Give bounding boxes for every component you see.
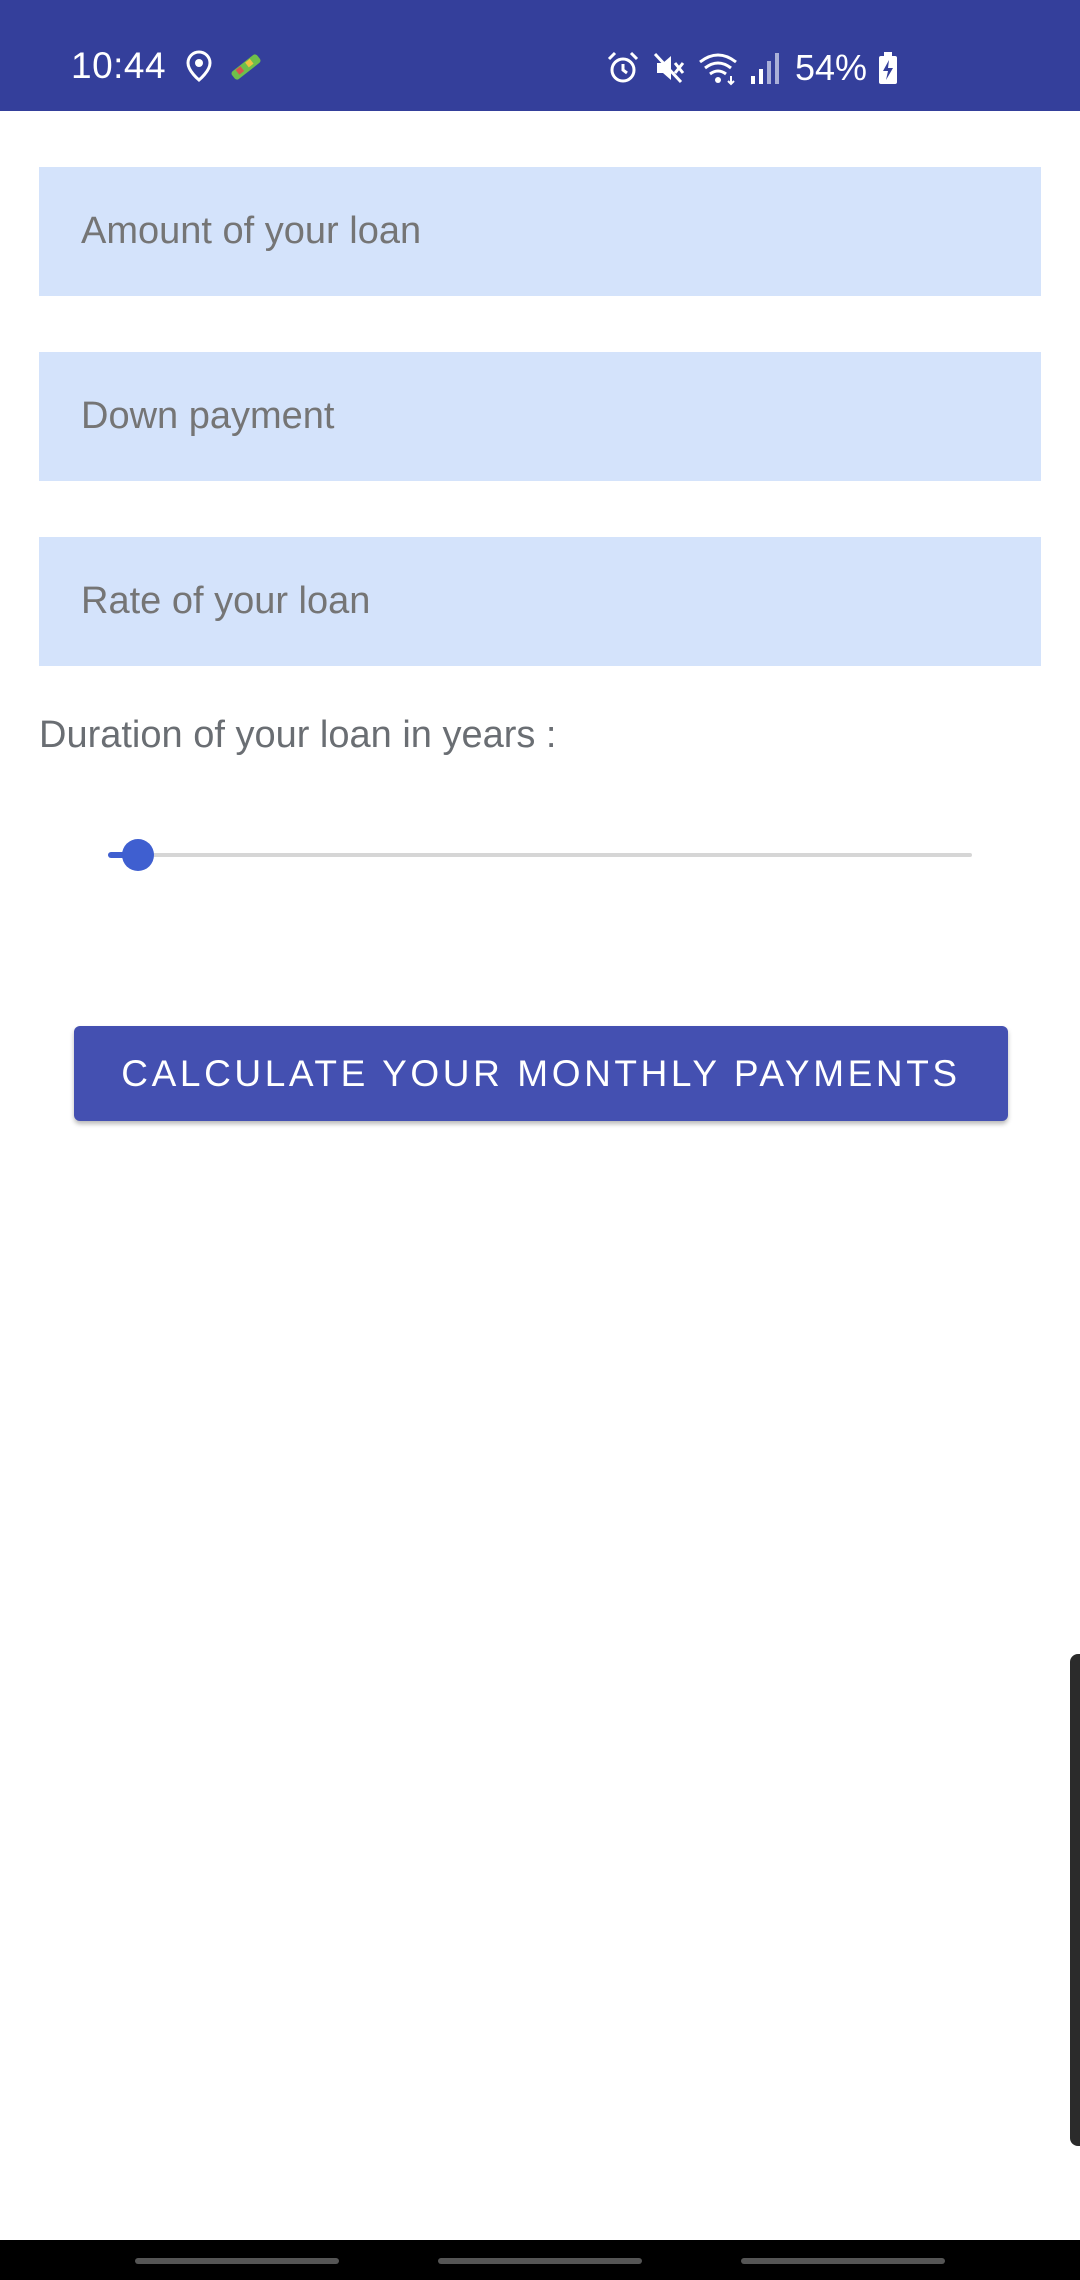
loan-amount-input[interactable] <box>39 167 1041 296</box>
slider-thumb[interactable] <box>122 839 154 871</box>
nav-back-button[interactable] <box>741 2258 945 2264</box>
loan-rate-input[interactable] <box>39 537 1041 666</box>
app-notification-icon <box>226 48 266 89</box>
nav-home-button[interactable] <box>438 2258 642 2264</box>
status-time: 10:44 <box>71 45 167 86</box>
nav-recents-button[interactable] <box>135 2258 339 2264</box>
slider-track[interactable] <box>108 853 972 857</box>
calculate-button[interactable]: CALCULATE YOUR MONTHLY PAYMENTS <box>74 1026 1008 1121</box>
down-payment-input[interactable] <box>39 352 1041 481</box>
status-bar: 10:44 54% <box>0 0 1080 111</box>
status-left-icons <box>186 48 266 89</box>
battery-charging-icon <box>877 51 899 85</box>
duration-label: Duration of your loan in years : <box>39 714 557 756</box>
edge-panel-handle[interactable] <box>1070 1654 1080 2146</box>
navigation-bar <box>0 2240 1080 2280</box>
alarm-icon <box>605 50 641 86</box>
mute-icon <box>651 50 687 86</box>
location-icon <box>186 49 212 87</box>
signal-icon <box>749 50 781 86</box>
wifi-icon <box>697 50 739 86</box>
duration-slider[interactable] <box>108 825 972 885</box>
battery-percent: 54% <box>794 47 867 88</box>
status-right-icons: 54% <box>605 46 899 90</box>
